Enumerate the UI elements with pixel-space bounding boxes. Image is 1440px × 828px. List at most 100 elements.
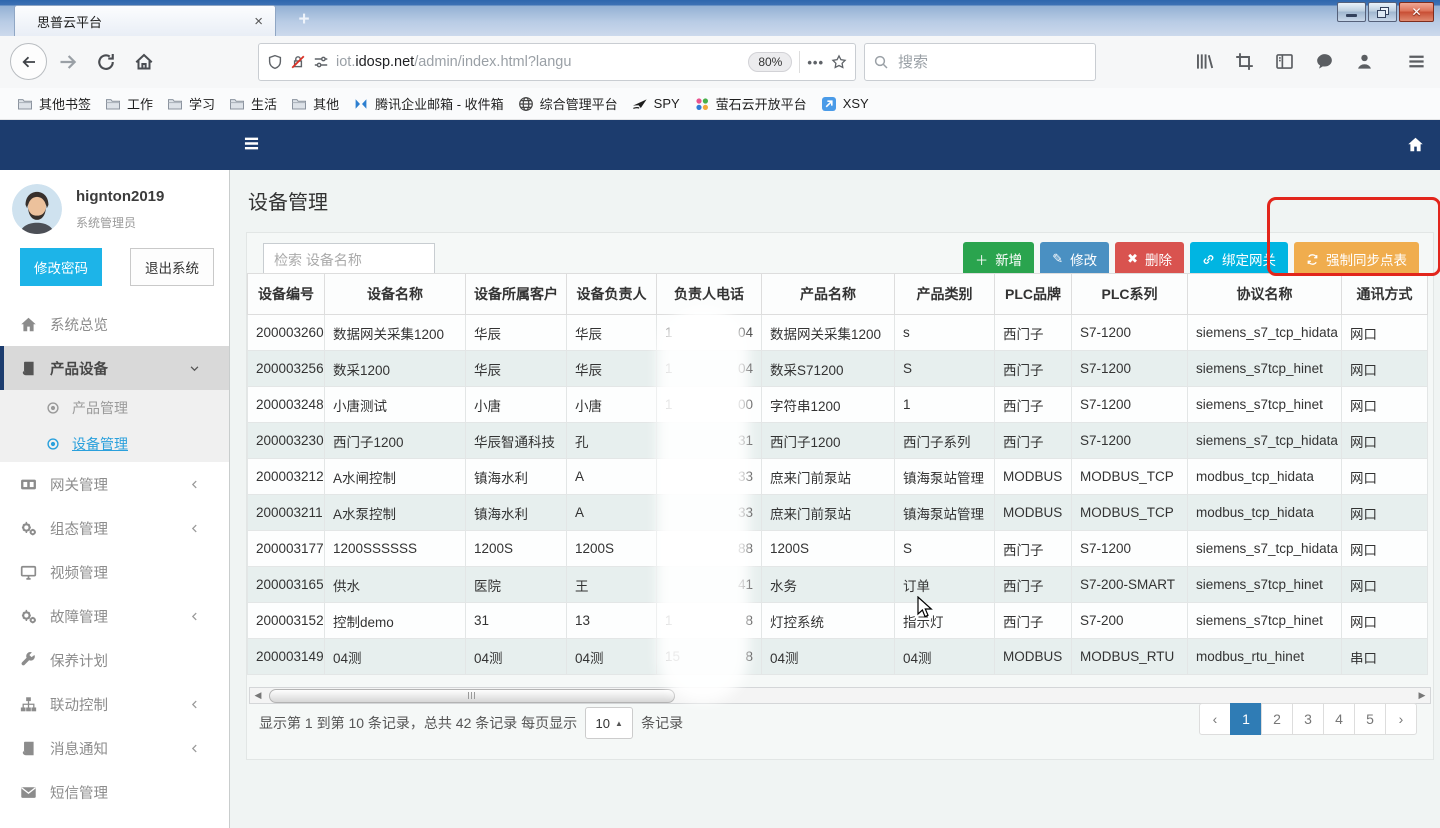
- table-row[interactable]: 2000031771200SSSSSS1200S1200S881200SS西门子…: [248, 531, 1428, 567]
- table-row[interactable]: 200003212A水闸控制镇海水利A33庶来门前泵站镇海泵站管理MODBUSM…: [248, 459, 1428, 495]
- avatar[interactable]: [12, 184, 62, 234]
- restore-button[interactable]: [1368, 2, 1397, 22]
- table-row[interactable]: 200003248小唐测试小唐小唐100字符串12001西门子S7-1200si…: [248, 387, 1428, 423]
- bookmark-item[interactable]: 综合管理平台: [511, 91, 625, 116]
- table-row[interactable]: 200003230西门子1200华辰智通科技孔31西门子1200西门子系列西门子…: [248, 423, 1428, 459]
- back-button[interactable]: [10, 43, 47, 80]
- window-titlebar: 思普云平台 × + ✕: [0, 0, 1440, 36]
- scroll-left-arrow[interactable]: ◀: [250, 690, 266, 701]
- column-header[interactable]: 协议名称: [1188, 274, 1342, 315]
- pagination-page-1[interactable]: 1: [1230, 703, 1262, 735]
- pagination-page-5[interactable]: 5: [1354, 703, 1386, 735]
- column-header[interactable]: PLC品牌: [995, 274, 1072, 315]
- table-cell: S: [895, 351, 995, 387]
- table-row[interactable]: 200003165供水医院王41水务订单西门子S7-200-SMARTsieme…: [248, 567, 1428, 603]
- table-row[interactable]: 200003260数据网关采集1200华辰华辰104数据网关采集1200s西门子…: [248, 315, 1428, 351]
- change-password-button[interactable]: 修改密码: [20, 248, 102, 286]
- app-home-icon[interactable]: [1407, 136, 1424, 153]
- bookmark-item[interactable]: 萤石云开放平台: [687, 91, 814, 116]
- bookmark-item[interactable]: SPY: [625, 93, 687, 115]
- pagination-page-4[interactable]: 4: [1323, 703, 1355, 735]
- browser-tab[interactable]: 思普云平台 ×: [14, 5, 276, 36]
- gears-icon: [20, 520, 37, 537]
- action-button-绑定网关[interactable]: 绑定网关: [1190, 242, 1288, 276]
- bookmark-item[interactable]: 其他书签: [10, 91, 98, 116]
- sidebar-subitem-设备管理[interactable]: 设备管理: [0, 426, 229, 462]
- sidebar-item-消息通知[interactable]: 消息通知: [0, 726, 229, 770]
- sidebar-item-label: 消息通知: [50, 738, 108, 759]
- permissions-icon[interactable]: [313, 54, 329, 70]
- column-header[interactable]: PLC系列: [1072, 274, 1188, 315]
- bookmark-item[interactable]: 工作: [98, 91, 160, 116]
- sidebar-item-视频管理[interactable]: 视频管理: [0, 550, 229, 594]
- action-button-强制同步点表[interactable]: 强制同步点表: [1294, 242, 1419, 276]
- action-button-修改[interactable]: ✎修改: [1040, 242, 1109, 276]
- table-summary: 显示第 1 到第 10 条记录，总共 42 条记录 每页显示 10▲ 条记录: [259, 707, 683, 739]
- bookmark-item[interactable]: 腾讯企业邮箱 - 收件箱: [346, 91, 511, 116]
- action-button-删除[interactable]: ✖删除: [1115, 242, 1184, 276]
- scrollbar-thumb[interactable]: [269, 689, 675, 703]
- action-button-label: 新增: [995, 249, 1022, 269]
- reload-button[interactable]: [96, 52, 116, 72]
- bookmark-item[interactable]: 学习: [160, 91, 222, 116]
- page-size-select[interactable]: 10▲: [585, 707, 633, 739]
- table-row[interactable]: 200003211A水泵控制镇海水利A33庶来门前泵站镇海泵站管理MODBUSM…: [248, 495, 1428, 531]
- action-button-新增[interactable]: ＋新增: [963, 242, 1034, 276]
- minimize-button[interactable]: [1337, 2, 1366, 22]
- browser-search-input[interactable]: [896, 53, 1099, 72]
- bookmark-item[interactable]: 生活: [222, 91, 284, 116]
- menu-hamburger-icon[interactable]: [1407, 52, 1426, 71]
- home-button[interactable]: [134, 52, 154, 72]
- sidebar-subitem-产品管理[interactable]: 产品管理: [0, 390, 229, 426]
- pagination-page-2[interactable]: 2: [1261, 703, 1293, 735]
- sidebar-item-系统总览[interactable]: 系统总览: [0, 302, 229, 346]
- table-row[interactable]: 200003152控制demo311318灯控系统指示灯西门子S7-200sie…: [248, 603, 1428, 639]
- new-tab-button[interactable]: +: [290, 9, 318, 33]
- scroll-right-arrow[interactable]: ▶: [1414, 690, 1430, 701]
- bookmark-item[interactable]: XSY: [814, 93, 876, 115]
- close-button[interactable]: ✕: [1399, 2, 1434, 22]
- insecure-lock-icon[interactable]: [290, 54, 306, 70]
- zoom-level-badge[interactable]: 80%: [748, 52, 792, 72]
- pocket-bubble-icon[interactable]: [1315, 52, 1334, 71]
- column-header[interactable]: 产品名称: [762, 274, 895, 315]
- library-icon[interactable]: [1195, 52, 1214, 71]
- tracking-shield-icon[interactable]: [267, 54, 283, 70]
- sidebar-item-产品设备[interactable]: 产品设备: [0, 346, 229, 390]
- forward-button[interactable]: [58, 52, 78, 72]
- column-header[interactable]: 产品类别: [895, 274, 995, 315]
- horizontal-scrollbar[interactable]: ◀ ▶: [249, 687, 1431, 704]
- sidebar-collapse-icon[interactable]: [244, 136, 259, 151]
- logout-button[interactable]: 退出系统: [130, 248, 214, 286]
- column-header[interactable]: 设备所属客户: [466, 274, 567, 315]
- browser-search-box[interactable]: [864, 43, 1096, 81]
- sidebar-item-保养计划[interactable]: 保养计划: [0, 638, 229, 682]
- sidebar-item-组态管理[interactable]: 组态管理: [0, 506, 229, 550]
- sidebar-item-车间管理[interactable]: 车间管理: [0, 814, 229, 828]
- column-header[interactable]: 负责人电话: [657, 274, 762, 315]
- sidebar-item-故障管理[interactable]: 故障管理: [0, 594, 229, 638]
- url-bar[interactable]: iot.idosp.net/admin/index.html?langu 80%…: [258, 43, 856, 81]
- sidebar-item-短信管理[interactable]: 短信管理: [0, 770, 229, 814]
- tab-close-icon[interactable]: ×: [252, 14, 265, 29]
- table-cell: siemens_s7_tcp_hidata: [1188, 531, 1342, 567]
- screenshot-crop-icon[interactable]: [1235, 52, 1254, 71]
- bookmark-star-icon[interactable]: [831, 54, 847, 70]
- sidebar-toggle-icon[interactable]: [1275, 52, 1294, 71]
- pagination-page-3[interactable]: 3: [1292, 703, 1324, 735]
- pagination-next[interactable]: ›: [1385, 703, 1417, 735]
- table-row[interactable]: 20000314904测04测04测15804测04测MODBUSMODBUS_…: [248, 639, 1428, 675]
- column-header[interactable]: 设备编号: [248, 274, 325, 315]
- table-row[interactable]: 200003256数采1200华辰华辰104数采S71200S西门子S7-120…: [248, 351, 1428, 387]
- sidebar-item-联动控制[interactable]: 联动控制: [0, 682, 229, 726]
- sidebar-subitem-label: 产品管理: [72, 398, 128, 418]
- device-search-input[interactable]: [263, 243, 435, 277]
- column-header[interactable]: 设备负责人: [567, 274, 657, 315]
- pagination-prev[interactable]: ‹: [1199, 703, 1231, 735]
- page-actions-icon[interactable]: •••: [807, 55, 824, 70]
- account-person-icon[interactable]: [1355, 52, 1374, 71]
- sidebar-item-网关管理[interactable]: 网关管理: [0, 462, 229, 506]
- column-header[interactable]: 设备名称: [325, 274, 466, 315]
- column-header[interactable]: 通讯方式: [1342, 274, 1428, 315]
- bookmark-item[interactable]: 其他: [284, 91, 346, 116]
